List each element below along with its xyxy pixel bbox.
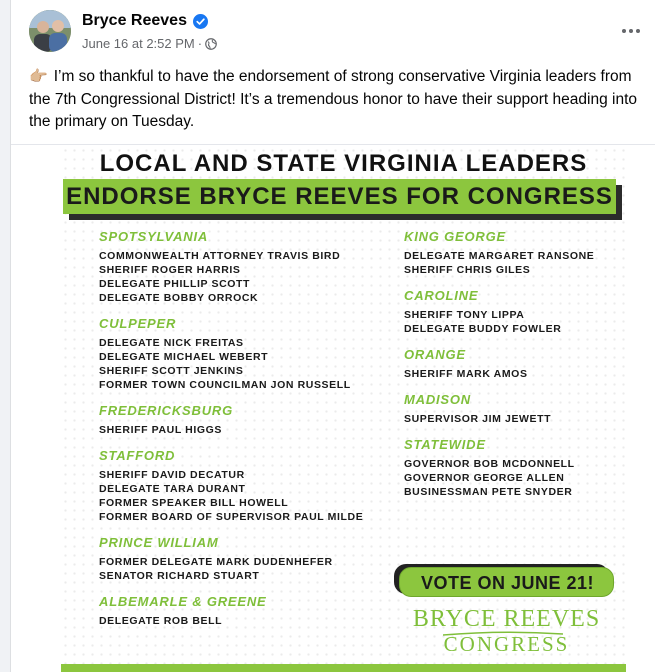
endorser-name: DELEGATE BUDDY FOWLER: [404, 323, 562, 335]
region-heading: STAFFORD: [99, 448, 176, 463]
facebook-post: Bryce Reeves June 16 at 2:52 PM · 👉🏼 I’m …: [10, 0, 655, 672]
endorser-name: SENATOR RICHARD STUART: [99, 570, 260, 582]
graphic-banner: ENDORSE BRYCE REEVES FOR CONGRESS: [63, 179, 616, 214]
region-heading: STATEWIDE: [404, 437, 486, 452]
endorser-name: GOVERNOR BOB MCDONNELL: [404, 458, 575, 470]
endorser-name: SHERIFF DAVID DECATUR: [99, 469, 245, 481]
right-endorsements-column: KING GEORGE DELEGATE MARGARET RANSONE SHER…: [404, 226, 624, 499]
endorser-name: SUPERVISOR JIM JEWETT: [404, 413, 552, 425]
endorser-name: FORMER TOWN COUNCILMAN JON RUSSELL: [99, 379, 351, 391]
endorser-name: SHERIFF SCOTT JENKINS: [99, 365, 244, 377]
graphic-footer-bar: [61, 664, 626, 672]
endorser-name: FORMER SPEAKER BILL HOWELL: [99, 497, 289, 509]
vote-date-text: VOTE ON JUNE 21!: [420, 573, 595, 593]
endorser-name: DELEGATE ROB BELL: [99, 615, 223, 627]
endorser-name: SHERIFF PAUL HIGGS: [99, 424, 223, 436]
author-row: Bryce Reeves: [82, 12, 208, 30]
region-heading: ORANGE: [404, 347, 466, 362]
region-heading: ALBEMARLE & GREENE: [99, 594, 267, 609]
meta-separator: ·: [197, 36, 203, 51]
pointing-hand-icon: 👉🏼: [29, 68, 48, 85]
region-heading: FREDERICKSBURG: [99, 403, 233, 418]
graphic-subtitle: ENDORSE BRYCE REEVES FOR CONGRESS: [66, 183, 613, 210]
endorser-name: COMMONWEALTH ATTORNEY TRAVIS BIRD: [99, 250, 341, 262]
post-meta: June 16 at 2:52 PM ·: [82, 36, 217, 51]
post-text: I’m so thankful to have the endorsement …: [29, 68, 638, 130]
globe-icon[interactable]: [205, 37, 217, 50]
endorser-name: FORMER DELEGATE MARK DUDENHEFER: [99, 556, 333, 568]
endorser-name: DELEGATE NICK FREITAS: [99, 337, 244, 349]
endorser-name: DELEGATE PHILLIP SCOTT: [99, 278, 251, 290]
more-options-icon[interactable]: [616, 18, 646, 44]
endorser-name: DELEGATE MICHAEL WEBERT: [99, 351, 269, 363]
logo-name: BRYCE REEVES: [412, 606, 601, 632]
endorser-name: DELEGATE TARA DURANT: [99, 483, 246, 495]
region-heading: KING GEORGE: [404, 229, 506, 244]
endorser-name: SHERIFF MARK AMOS: [404, 368, 528, 380]
author-name[interactable]: Bryce Reeves: [82, 12, 187, 30]
graphic-title: LOCAL AND STATE VIRGINIA LEADERS: [99, 150, 588, 177]
left-endorsements-column: SPOTSYLVANIA COMMONWEALTH ATTORNEY TRAVIS…: [99, 226, 379, 628]
endorsement-graphic[interactable]: LOCAL AND STATE VIRGINIA LEADERS ENDORSE…: [61, 146, 626, 672]
post-timestamp[interactable]: June 16 at 2:52 PM: [82, 36, 195, 51]
region-heading: CAROLINE: [404, 288, 479, 303]
endorser-name: SHERIFF TONY LIPPA: [404, 309, 525, 321]
post-body: 👉🏼 I’m so thankful to have the endorsemen…: [29, 66, 644, 134]
region-heading: CULPEPER: [99, 316, 177, 331]
endorser-name: DELEGATE BOBBY ORROCK: [99, 292, 259, 304]
endorser-name: FORMER BOARD OF SUPERVISOR PAUL MILDE: [99, 511, 364, 523]
content-divider: [11, 144, 655, 145]
endorser-name: GOVERNOR GEORGE ALLEN: [404, 472, 565, 484]
endorser-name: DELEGATE MARGARET RANSONE: [404, 250, 595, 262]
campaign-logo: BRYCE REEVES CONGRESS: [399, 606, 614, 656]
author-avatar[interactable]: [29, 10, 71, 52]
region-heading: SPOTSYLVANIA: [99, 229, 209, 244]
logo-swoosh-icon: [443, 631, 563, 636]
verified-badge-icon: [192, 13, 208, 29]
region-heading: MADISON: [404, 392, 471, 407]
post-header: Bryce Reeves June 16 at 2:52 PM ·: [11, 0, 655, 62]
region-heading: PRINCE WILLIAM: [99, 535, 219, 550]
endorser-name: BUSINESSMAN PETE SNYDER: [404, 486, 573, 498]
endorser-name: SHERIFF ROGER HARRIS: [99, 264, 241, 276]
endorser-name: SHERIFF CHRIS GILES: [404, 264, 531, 276]
vote-box: VOTE ON JUNE 21!: [399, 567, 614, 597]
